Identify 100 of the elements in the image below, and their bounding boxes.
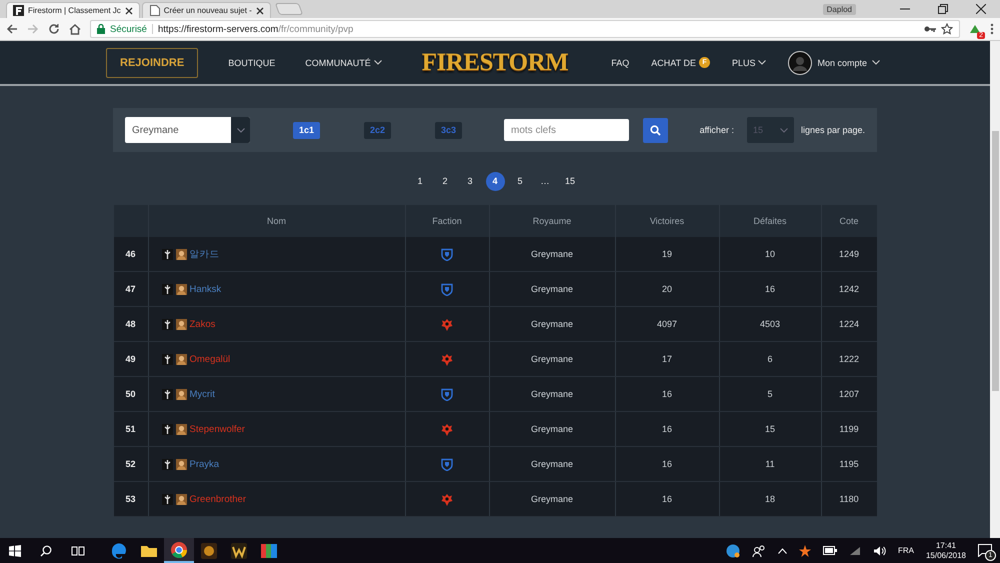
clock-date[interactable]: 15/06/2018 (926, 550, 966, 560)
key-icon[interactable] (924, 25, 936, 33)
security-label: Sécurisé (110, 24, 147, 34)
chevron-icon (374, 60, 382, 65)
player-name-link[interactable]: Zakos (190, 318, 216, 330)
bracket-tab[interactable]: 1c1 (293, 122, 320, 138)
per-page-suffix: lignes par page. (800, 125, 865, 135)
close-icon[interactable] (124, 6, 133, 14)
table-cell: 1222 (820, 342, 876, 376)
portrait-icon (176, 354, 186, 364)
player-name-link[interactable]: Prayka (190, 458, 220, 470)
scroll-thumb[interactable] (992, 131, 998, 391)
player-name-link[interactable]: Omegalül (190, 354, 230, 364)
clock-time[interactable]: 17:41 (936, 540, 956, 550)
page-link[interactable]: 4 (486, 172, 504, 191)
site-logo[interactable]: FIRESTORM (404, 48, 586, 76)
task-view-icon[interactable] (71, 544, 85, 556)
table-cell: 5 (718, 377, 820, 411)
rank-cell-text: 53 (124, 493, 136, 506)
color-square-icon (260, 542, 278, 560)
browser-round-icon (170, 540, 188, 558)
class-icon (162, 458, 172, 470)
page-link[interactable]: 3 (460, 172, 480, 191)
chevron-icon (236, 128, 244, 132)
per-page-label: afficher : (700, 125, 734, 135)
reload-icon[interactable] (48, 23, 60, 35)
player-name-link[interactable]: 알카드 (190, 248, 220, 260)
nav-link[interactable]: PLUS (732, 58, 766, 68)
language-indicator[interactable]: FRA (898, 546, 914, 555)
player-name-link[interactable]: Greenbrother (190, 494, 246, 504)
wifi-icon[interactable] (848, 546, 861, 556)
volume-icon[interactable] (872, 546, 886, 556)
browser-tab[interactable]: Firestorm | Classement Jc (6, 2, 140, 18)
pagination-ellipsis: … (540, 175, 550, 188)
menu-icon[interactable] (990, 23, 994, 35)
portrait-icon (176, 494, 186, 504)
search-button[interactable] (643, 118, 668, 142)
address-field[interactable]: Sécurisé https://firestorm-servers.com/fr/community/pvp (90, 20, 960, 38)
table-cell: 16 (614, 412, 718, 446)
taskbar-app[interactable] (164, 538, 194, 563)
search-icon[interactable] (40, 544, 52, 556)
caret-up-icon[interactable] (778, 548, 787, 554)
portrait-icon (176, 388, 186, 400)
table-cell: Greymane (488, 447, 614, 481)
close-icon[interactable] (976, 4, 986, 14)
player-name-link[interactable]: Mycrit (190, 388, 215, 400)
nav-link[interactable]: BOUTIQUE (228, 58, 276, 68)
rank-cell-text: 52 (124, 458, 136, 471)
table-cell: 18 (718, 482, 820, 516)
game-icon (200, 542, 218, 560)
antivirus-icon[interactable] (798, 544, 811, 556)
page-link[interactable]: 2 (436, 172, 454, 191)
account-menu[interactable]: Mon compte (788, 50, 880, 74)
table-cell: 1180 (820, 482, 876, 516)
table-cell: 4097 (614, 307, 718, 341)
table-cell: 1249 (820, 237, 876, 271)
browser-tab[interactable]: Créer un nouveau sujet - (142, 2, 271, 18)
class-icon (162, 248, 172, 260)
help-icon[interactable] (726, 544, 740, 558)
realm-select[interactable]: Greymane (125, 117, 250, 143)
class-icon (162, 388, 172, 400)
nav-link[interactable]: COMMUNAUTÉ (305, 58, 382, 68)
restore-icon[interactable] (938, 4, 948, 14)
battery-icon[interactable] (822, 546, 837, 555)
page-link[interactable]: 5 (510, 172, 530, 191)
class-icon (162, 424, 172, 434)
portrait-icon (176, 284, 186, 294)
windows-start-icon[interactable] (9, 544, 21, 556)
table-cell: 1224 (820, 307, 876, 341)
page-link[interactable]: 1 (410, 172, 430, 191)
portrait-icon (176, 424, 186, 434)
chevron-icon (872, 60, 880, 65)
class-icon (162, 354, 172, 364)
table-cell: 1195 (820, 447, 876, 481)
avatar-icon (788, 50, 812, 74)
home-icon[interactable] (69, 23, 81, 35)
table-cell: 16 (614, 482, 718, 516)
keyword-field[interactable]: mots clefs (504, 119, 629, 141)
star-icon[interactable] (941, 23, 953, 35)
notification-icon[interactable] (978, 544, 992, 557)
table-cell: 1207 (820, 377, 876, 411)
extension-icon[interactable] (969, 23, 981, 35)
table-cell: 11 (718, 447, 820, 481)
nav-link[interactable]: FAQ (611, 58, 630, 68)
back-icon[interactable] (6, 23, 18, 35)
join-button[interactable]: REJOINDRE (106, 48, 198, 78)
player-name-link[interactable]: Hanksk (190, 284, 222, 294)
people-icon[interactable] (752, 544, 766, 556)
close-icon[interactable] (256, 6, 264, 14)
table-cell: Greymane (488, 377, 614, 411)
site-favicon-icon (13, 5, 24, 16)
page-link[interactable]: 15 (560, 172, 580, 191)
lock-icon (97, 24, 105, 34)
scrollbar[interactable] (990, 41, 1000, 538)
player-name-link[interactable]: Stepenwolfer (190, 424, 245, 434)
profile-name[interactable]: Daplod (822, 4, 856, 14)
class-icon (162, 284, 172, 294)
table-cell: Greymane (488, 342, 614, 376)
rank-cell-text: 51 (124, 423, 136, 436)
table-cell: Greymane (488, 237, 614, 271)
